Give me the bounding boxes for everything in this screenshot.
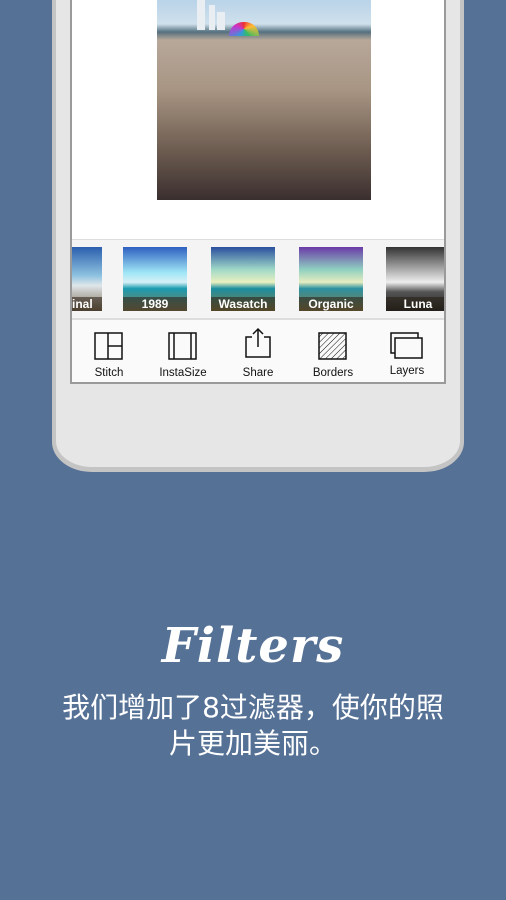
description: 我们增加了8过滤器，使你的照片更加美丽。 [62, 691, 444, 760]
stitch-button[interactable]: Stitch [72, 322, 146, 382]
borders-icon [318, 332, 347, 360]
building [217, 12, 225, 30]
filter-thumb-1989[interactable]: 1989 [123, 247, 187, 311]
instasize-icon [168, 332, 197, 360]
building [197, 0, 205, 30]
filter-label: Original [72, 297, 102, 311]
borders-button[interactable]: Borders [296, 322, 370, 382]
borders-label: Borders [312, 367, 354, 379]
stitch-icon [94, 332, 123, 360]
building [209, 5, 215, 30]
filter-label: Luna [386, 297, 444, 311]
stitch-label: Stitch [94, 367, 124, 379]
share-label: Share [242, 367, 274, 379]
toolbar: Stitch InstaSize Share Borders Layers [72, 322, 444, 382]
instasize-label: InstaSize [159, 367, 207, 379]
filter-strip[interactable]: Original 1989 Wasatch Organic Luna [72, 240, 444, 320]
filter-label: Organic [299, 297, 363, 311]
layers-label: Layers [389, 365, 425, 377]
headline: Filters [161, 618, 345, 674]
beach-umbrella [229, 22, 259, 36]
share-button[interactable]: Share [221, 322, 295, 382]
app-screen: Original 1989 Wasatch Organic Luna Stitc… [70, 0, 446, 384]
filter-label: 1989 [123, 297, 187, 311]
photo-canvas [72, 0, 444, 240]
beach-photo[interactable] [157, 0, 371, 200]
filter-thumb-organic[interactable]: Organic [299, 247, 363, 311]
filter-label: Wasatch [211, 297, 275, 311]
filter-thumb-wasatch[interactable]: Wasatch [211, 247, 275, 311]
instasize-button[interactable]: InstaSize [146, 322, 220, 382]
phone-body: Original 1989 Wasatch Organic Luna Stitc… [56, 0, 460, 467]
phone-frame: Original 1989 Wasatch Organic Luna Stitc… [52, 0, 464, 472]
filter-thumb-luna[interactable]: Luna [386, 247, 444, 311]
filter-thumb-original[interactable]: Original [72, 247, 102, 311]
layers-button[interactable]: Layers [370, 322, 444, 382]
share-icon [245, 327, 271, 358]
layers-icon [390, 332, 423, 359]
